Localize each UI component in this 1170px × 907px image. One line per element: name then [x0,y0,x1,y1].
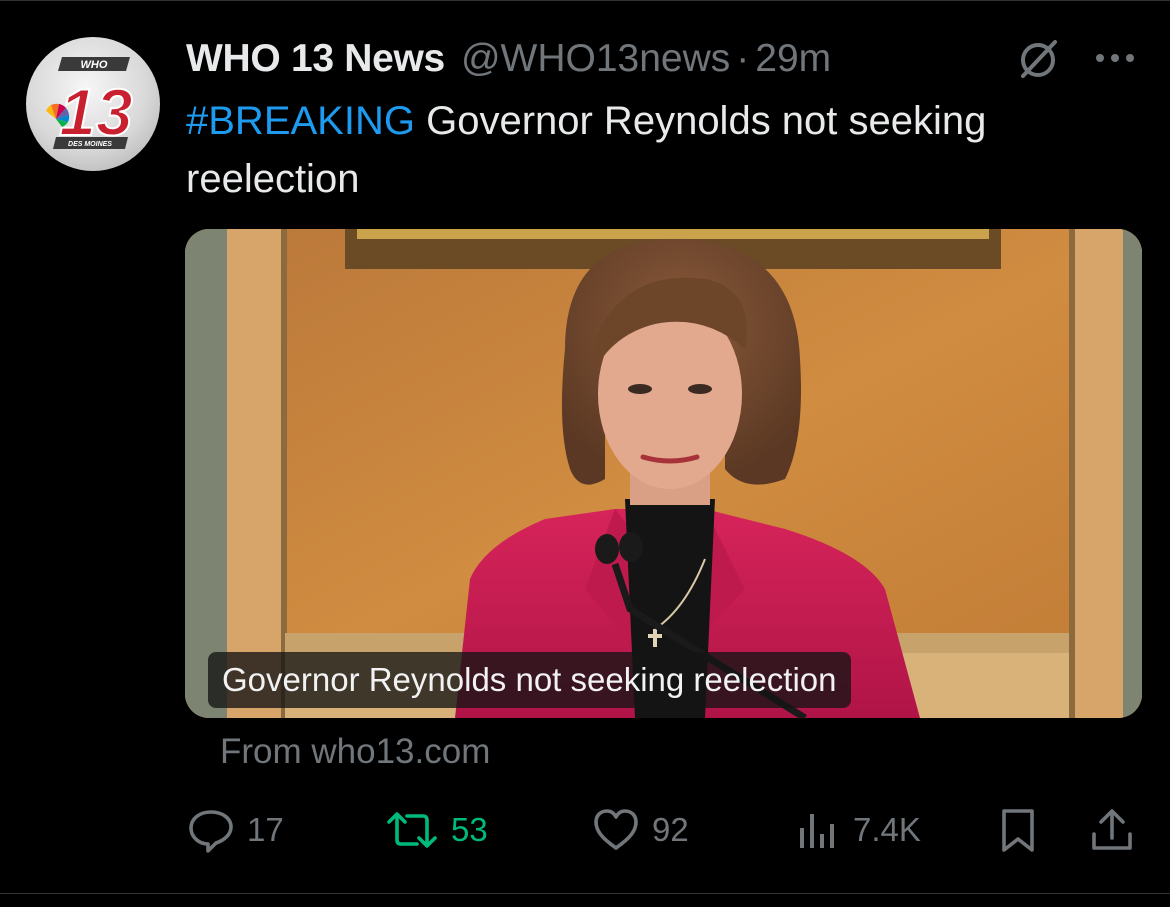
divider-top [0,0,1170,1]
tweet[interactable]: WHO 13 DES MOINES WHO 13 News @WHO13news… [0,0,1170,907]
bookmark-button[interactable] [996,806,1040,854]
like-count: 92 [652,811,689,848]
reply-button[interactable]: 17 [187,806,284,854]
views-count: 7.4K [853,811,921,848]
repost-count: 53 [451,811,488,848]
like-button[interactable]: 92 [592,806,689,854]
hashtag-link[interactable]: #BREAKING [186,99,415,143]
reply-icon [189,810,233,853]
grok-icon[interactable] [1015,36,1061,82]
timestamp[interactable]: 29m [755,37,831,81]
views-button[interactable]: 7.4K [797,806,921,854]
avatar[interactable]: WHO 13 DES MOINES [26,37,160,171]
divider-bottom [0,893,1170,894]
media-card[interactable] [185,229,1142,718]
tweet-text: #BREAKING Governor Reynolds not seeking … [186,92,1106,208]
bookmark-icon [1002,809,1034,852]
logo-top-text: WHO [81,59,108,71]
repost-button[interactable]: 53 [385,806,488,854]
views-icon [800,814,834,848]
link-source[interactable]: From who13.com [220,732,490,772]
handle[interactable]: @WHO13news [461,37,730,81]
more-icon[interactable] [1092,40,1138,76]
media-caption: Governor Reynolds not seeking reelection [208,652,851,708]
separator-dot: · [736,37,750,80]
display-name[interactable]: WHO 13 News [186,37,445,81]
tweet-header: WHO 13 News @WHO13news · 29m [186,34,831,84]
media-image [185,229,1142,718]
reply-count: 17 [247,811,284,848]
who13-logo: WHO 13 DES MOINES [46,57,134,150]
share-icon [1092,809,1132,850]
share-button[interactable] [1088,806,1136,854]
logo-bottom-text: DES MOINES [68,141,112,148]
like-icon [594,809,638,850]
repost-icon [387,812,437,848]
